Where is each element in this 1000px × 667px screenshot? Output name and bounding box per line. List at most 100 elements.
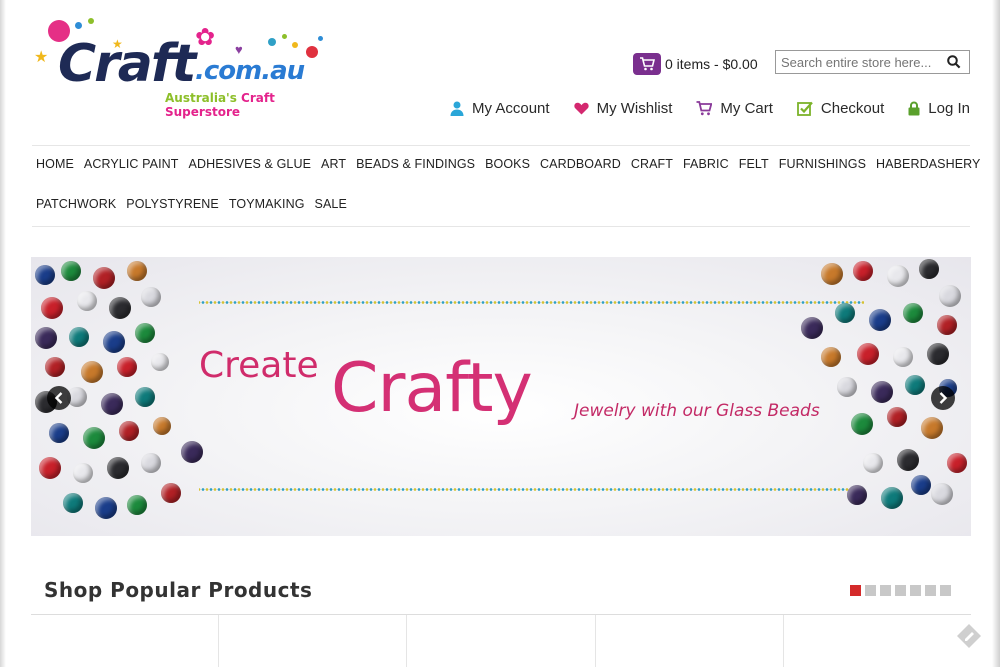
nav-item-sale[interactable]: SALE [315,197,347,211]
site-logo[interactable]: ★ ★ ✿ ♥ Craft .com.au Australia's Craft … [30,16,330,119]
logo-flower-icon: ✿ [195,24,216,51]
nav-item-felt[interactable]: FELT [739,157,769,171]
checkout-label: Checkout [820,100,885,117]
glass-bead [887,265,909,287]
nav-item-fabric[interactable]: FABRIC [683,157,729,171]
nav-item-acrylic-paint[interactable]: ACRYLIC PAINT [84,157,179,171]
logo-dot [318,36,323,41]
glass-bead [73,463,93,483]
glass-bead [107,457,129,479]
glass-bead [835,303,855,323]
product-card[interactable] [596,615,784,667]
my-cart-link[interactable]: My Cart [696,100,773,117]
pager-dot[interactable] [880,585,891,596]
glass-bead [153,417,171,435]
banner-dotted-line-bottom [199,488,864,491]
glass-bead [135,323,155,343]
glass-bead [927,343,949,365]
nav-item-art[interactable]: ART [321,157,346,171]
glass-bead [151,353,169,371]
right-edge-shadow [992,0,1000,667]
nav-item-haberdashery[interactable]: HABERDASHERY [876,157,980,171]
nav-item-cardboard[interactable]: CARDBOARD [540,157,621,171]
cart-icon [633,53,661,75]
glass-bead [919,259,939,279]
glass-bead [881,487,903,509]
slider-prev-arrow-icon[interactable] [47,386,71,410]
search-icon[interactable] [941,55,967,69]
product-card[interactable] [407,615,596,667]
heart-icon [573,102,589,115]
log-in-label: Log In [928,100,970,117]
logo-dot [282,34,287,39]
glass-bead [181,441,203,463]
search-box [775,50,970,74]
banner-crafty-text: Crafty [331,349,533,428]
pager-dot[interactable] [895,585,906,596]
nav-item-adhesives-glue[interactable]: ADHESIVES & GLUE [189,157,311,171]
glass-bead [903,303,923,323]
checkout-link[interactable]: Checkout [797,100,884,117]
glass-bead [109,297,131,319]
logo-dot [268,38,276,46]
logo-dot [292,42,298,48]
banner-create-text: Create [199,345,319,386]
product-card[interactable] [31,615,220,667]
glass-bead [83,427,105,449]
glass-bead [893,347,913,367]
glass-bead [911,475,931,495]
glass-bead [821,263,843,285]
glass-bead [93,267,115,289]
log-in-link[interactable]: Log In [908,100,970,117]
my-cart-label: My Cart [720,100,773,117]
nav-item-books[interactable]: BOOKS [485,157,530,171]
nav-item-furnishings[interactable]: FURNISHINGS [779,157,866,171]
my-wishlist-label: My Wishlist [596,100,673,117]
logo-star-icon: ★ [34,49,49,66]
glass-bead [49,423,69,443]
glass-bead [127,261,147,281]
pager-dot[interactable] [850,585,861,596]
nav-item-craft[interactable]: CRAFT [631,157,673,171]
pager-dot[interactable] [910,585,921,596]
logo-tagline: Australia's Craft Superstore [165,91,330,119]
product-card[interactable] [784,615,971,667]
glass-bead [161,483,181,503]
logo-dot [306,46,318,58]
glass-bead [95,497,117,519]
mini-cart[interactable]: 0 items - $0.00 [633,52,758,76]
slider-next-arrow-icon[interactable] [931,386,955,410]
pager-dot[interactable] [865,585,876,596]
nav-item-home[interactable]: HOME [36,157,74,171]
glass-bead [921,417,943,439]
glass-bead [63,493,83,513]
glass-bead [821,347,841,367]
glass-bead [45,357,65,377]
my-wishlist-link[interactable]: My Wishlist [573,100,673,117]
glass-bead [851,413,873,435]
nav-item-polystyrene[interactable]: POLYSTYRENE [126,197,219,211]
glass-bead [887,407,907,427]
glass-bead [61,261,81,281]
pencil-icon[interactable] [955,622,983,650]
pager-dot[interactable] [940,585,951,596]
nav-item-toymaking[interactable]: TOYMAKING [229,197,305,211]
search-input[interactable] [776,54,941,70]
pager-dot[interactable] [925,585,936,596]
glass-bead [103,331,125,353]
glass-bead [117,357,137,377]
hero-banner[interactable]: Create Crafty Jewelry with our Glass Bea… [31,257,971,536]
section-title: Shop Popular Products [44,578,313,602]
nav-row-1: HOME ACRYLIC PAINT ADHESIVES & GLUE ART … [36,157,981,171]
glass-bead [857,343,879,365]
glass-bead [837,377,857,397]
product-card[interactable] [219,615,408,667]
logo-tagline-part1: Australia's [165,91,242,105]
product-carousel [31,614,971,667]
glass-bead [871,381,893,403]
nav-item-patchwork[interactable]: PATCHWORK [36,197,116,211]
lock-icon [908,101,920,116]
my-account-link[interactable]: My Account [450,100,550,117]
nav-row-2: PATCHWORK POLYSTYRENE TOYMAKING SALE [36,197,347,211]
nav-item-beads-findings[interactable]: BEADS & FINDINGS [356,157,475,171]
